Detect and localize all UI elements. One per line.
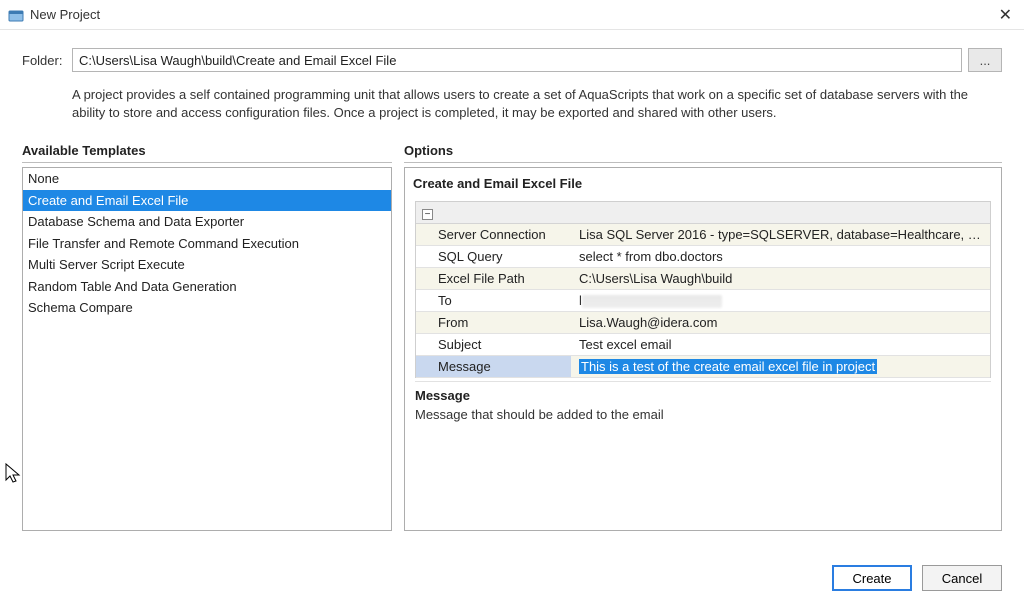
list-item[interactable]: Create and Email Excel File	[23, 190, 391, 212]
options-header: Options	[404, 141, 1002, 163]
table-row[interactable]: Server ConnectionLisa SQL Server 2016 - …	[416, 224, 990, 246]
detail-label: Message	[415, 388, 991, 403]
templates-list[interactable]: NoneCreate and Email Excel FileDatabase …	[22, 167, 392, 531]
property-key: SQL Query	[416, 246, 571, 268]
table-row[interactable]: MessageThis is a test of the create emai…	[416, 356, 990, 378]
property-value[interactable]: C:\Users\Lisa Waugh\build	[571, 268, 990, 290]
cancel-button[interactable]: Cancel	[922, 565, 1002, 591]
options-grid: − Server ConnectionLisa SQL Server 2016 …	[415, 201, 991, 378]
grid-toggle-row: −	[416, 202, 990, 224]
property-value[interactable]: l	[571, 290, 990, 312]
title-bar: New Project ✕	[0, 0, 1024, 30]
property-value[interactable]: select * from dbo.doctors	[571, 246, 990, 268]
options-panel: Create and Email Excel File − Server Con…	[404, 167, 1002, 531]
table-row[interactable]: SQL Queryselect * from dbo.doctors	[416, 246, 990, 268]
list-item[interactable]: Schema Compare	[23, 297, 391, 319]
property-value[interactable]: This is a test of the create email excel…	[571, 356, 990, 378]
close-icon[interactable]: ✕	[976, 5, 1016, 25]
list-item[interactable]: Random Table And Data Generation	[23, 276, 391, 298]
property-value[interactable]: Test excel email	[571, 334, 990, 356]
detail-text: Message that should be added to the emai…	[415, 407, 991, 422]
window-title: New Project	[30, 7, 976, 22]
project-description: A project provides a self contained prog…	[72, 86, 972, 121]
options-title: Create and Email Excel File	[405, 168, 1001, 201]
property-key: Message	[416, 356, 571, 378]
property-key: From	[416, 312, 571, 334]
property-key: Server Connection	[416, 224, 571, 246]
browse-button[interactable]: ...	[968, 48, 1002, 72]
property-value[interactable]: Lisa.Waugh@idera.com	[571, 312, 990, 334]
folder-label: Folder:	[22, 53, 72, 68]
folder-input[interactable]	[72, 48, 962, 72]
property-value[interactable]: Lisa SQL Server 2016 - type=SQLSERVER, d…	[571, 224, 990, 246]
property-key: Subject	[416, 334, 571, 356]
property-key: To	[416, 290, 571, 312]
templates-header: Available Templates	[22, 141, 392, 163]
property-key: Excel File Path	[416, 268, 571, 290]
list-item[interactable]: Database Schema and Data Exporter	[23, 211, 391, 233]
collapse-icon[interactable]: −	[422, 209, 433, 220]
table-row[interactable]: FromLisa.Waugh@idera.com	[416, 312, 990, 334]
app-icon	[8, 7, 24, 23]
list-item[interactable]: Multi Server Script Execute	[23, 254, 391, 276]
table-row[interactable]: Excel File PathC:\Users\Lisa Waugh\build	[416, 268, 990, 290]
list-item[interactable]: File Transfer and Remote Command Executi…	[23, 233, 391, 255]
list-item[interactable]: None	[23, 168, 391, 190]
dialog-footer: Create Cancel	[832, 565, 1002, 591]
table-row[interactable]: SubjectTest excel email	[416, 334, 990, 356]
table-row[interactable]: Tol	[416, 290, 990, 312]
create-button[interactable]: Create	[832, 565, 912, 591]
